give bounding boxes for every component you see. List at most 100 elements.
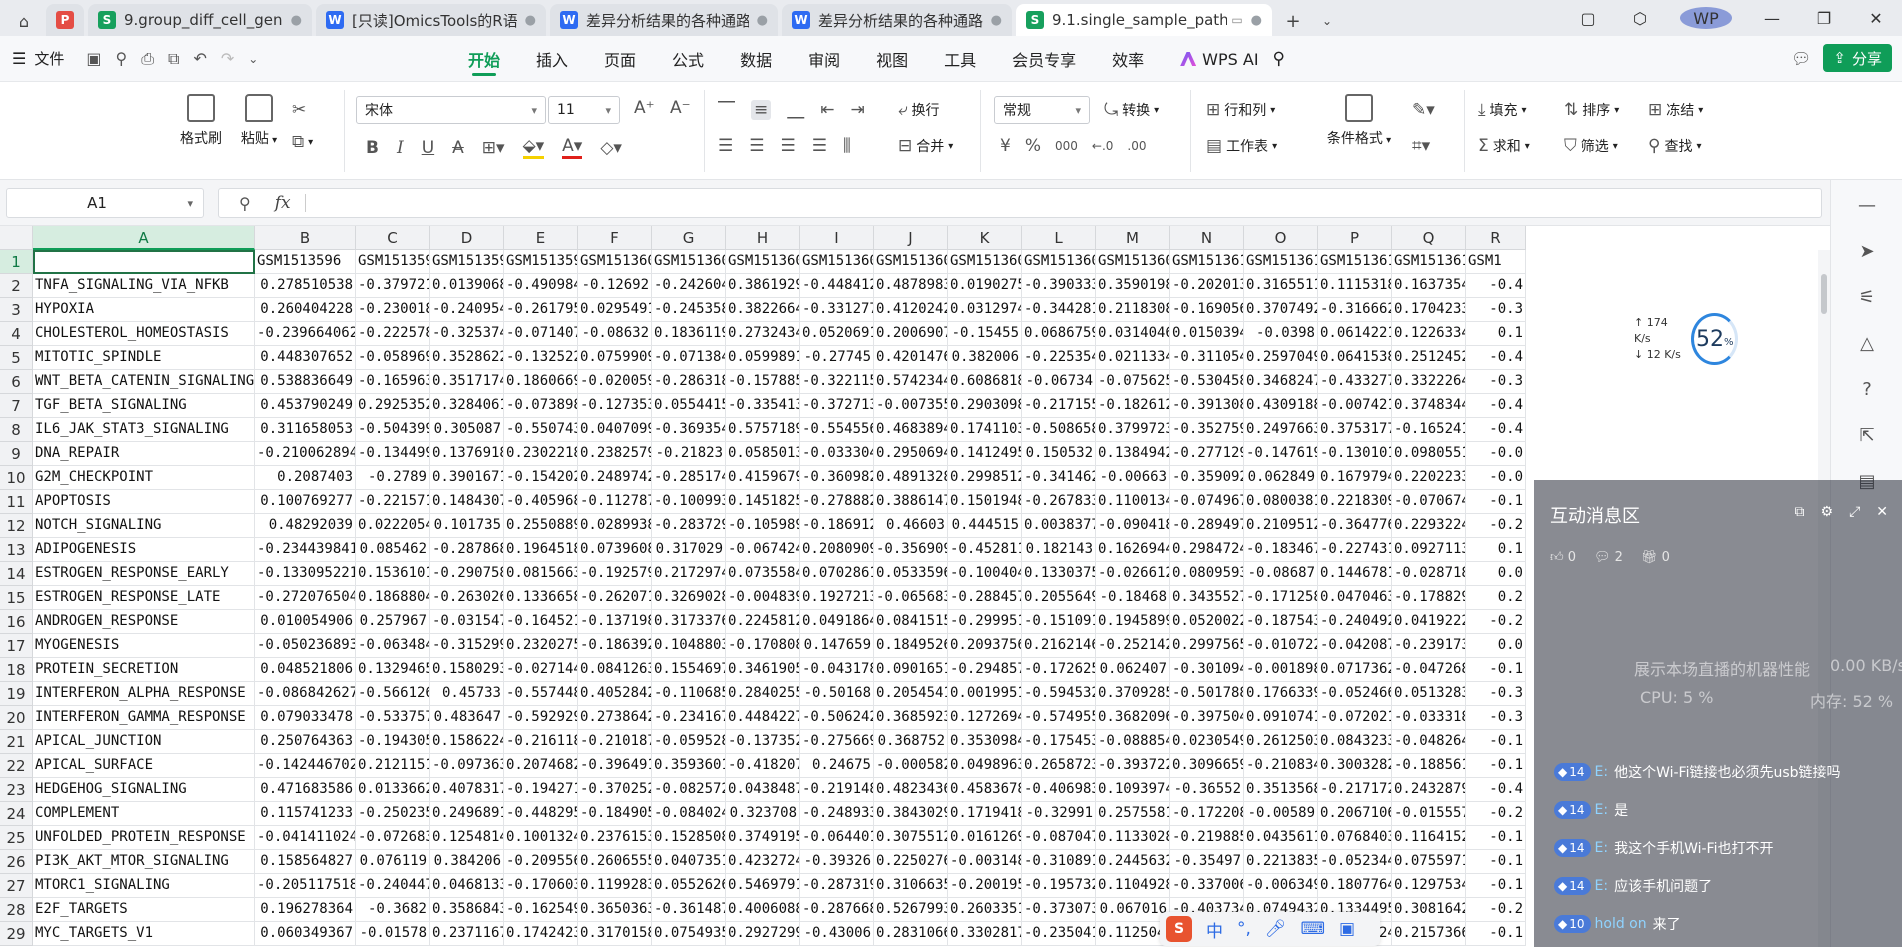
score-cell[interactable]: 0.1742423 [504, 922, 578, 946]
sample-id-cell[interactable]: GSM1513610 [1170, 250, 1244, 274]
sample-id-cell[interactable]: GSM1513603 [800, 250, 874, 274]
score-cell[interactable]: -0.151091 [1022, 610, 1096, 634]
score-cell[interactable]: 0.384206 [430, 850, 504, 874]
sample-id-cell[interactable]: GSM1513609 [1096, 250, 1170, 274]
minimize-panel-icon[interactable]: — [1855, 194, 1879, 218]
chat-user[interactable]: hold on [1595, 916, 1647, 932]
score-cell[interactable]: 0.1964518 [504, 538, 578, 562]
sample-id-cell[interactable]: GSM1513599 [504, 250, 578, 274]
row-header[interactable]: 8 [0, 418, 33, 442]
sample-id-cell[interactable]: GSM1513604 [874, 250, 948, 274]
score-cell[interactable]: 0.305087 [430, 418, 504, 442]
score-cell[interactable]: 0.4078317 [430, 778, 504, 802]
column-header[interactable]: A [33, 226, 255, 250]
score-cell[interactable]: 0.3513568 [1244, 778, 1318, 802]
select-all-corner[interactable] [0, 226, 33, 250]
score-cell[interactable]: -0.007355 [874, 394, 948, 418]
score-cell[interactable]: 0.062407 [1096, 658, 1170, 682]
score-cell[interactable]: 0.1 [1466, 538, 1526, 562]
score-cell[interactable]: 0.2245812 [726, 610, 800, 634]
score-cell[interactable]: 0.1048803 [652, 634, 726, 658]
score-cell[interactable]: 0.2612503 [1244, 730, 1318, 754]
score-cell[interactable]: 0.0910741 [1244, 706, 1318, 730]
score-cell[interactable]: 0.2157366 [1392, 922, 1466, 946]
row-header[interactable]: 29 [0, 922, 33, 946]
pathway-name-cell[interactable]: TNFA_SIGNALING_VIA_NFKB [33, 274, 255, 298]
score-cell[interactable]: 0.0161269 [948, 826, 1022, 850]
cell-style-button[interactable]: ✎▾ [1412, 100, 1435, 120]
decrease-indent-icon[interactable]: ⇤ [820, 100, 834, 120]
score-cell[interactable]: 0.0038377 [1022, 514, 1096, 538]
score-cell[interactable]: -0.3 [1466, 298, 1526, 322]
row-header[interactable]: 11 [0, 490, 33, 514]
worksheet-button[interactable]: ▤ 工作表 ▾ [1206, 136, 1277, 156]
score-cell[interactable]: 0.2080909 [800, 538, 874, 562]
score-cell[interactable]: 0.0841263 [578, 658, 652, 682]
score-cell[interactable]: -0.048264 [1392, 730, 1466, 754]
score-cell[interactable]: 0.1125041 [1096, 922, 1170, 946]
sample-id-cell[interactable]: GSM1513601 [652, 250, 726, 274]
sliders-icon[interactable]: ⚟ [1855, 286, 1879, 310]
score-cell[interactable]: -0.397504 [1170, 706, 1244, 730]
score-cell[interactable]: 0.1580293 [430, 658, 504, 682]
score-cell[interactable]: -0.164521 [504, 610, 578, 634]
score-cell[interactable]: 0.1849526 [874, 634, 948, 658]
sample-id-cell[interactable]: GSM1513608 [1022, 250, 1096, 274]
tab-home[interactable]: 开始 [468, 36, 500, 82]
score-cell[interactable]: -0.3 [1466, 706, 1526, 730]
paste-button[interactable]: 粘贴 ▾ [236, 94, 282, 148]
score-cell[interactable]: 0.0686759 [1022, 322, 1096, 346]
score-cell[interactable]: 0.2658723 [1022, 754, 1096, 778]
score-cell[interactable]: 0.0841515 [874, 610, 948, 634]
score-cell[interactable]: -0.015557 [1392, 802, 1466, 826]
score-cell[interactable]: 0.2496891 [430, 802, 504, 826]
increase-font-button[interactable]: A⁺ [634, 98, 655, 118]
score-cell[interactable]: -0.071407 [504, 322, 578, 346]
score-cell[interactable]: 0.2489742 [578, 466, 652, 490]
score-cell[interactable]: -0.225354 [1022, 346, 1096, 370]
column-header[interactable]: N [1170, 226, 1244, 250]
score-cell[interactable]: -0.369354 [652, 418, 726, 442]
row-header[interactable]: 13 [0, 538, 33, 562]
score-cell[interactable]: 0.2213835 [1244, 850, 1318, 874]
score-cell[interactable]: -0.39326 [800, 850, 874, 874]
score-cell[interactable]: 0.1376918 [430, 442, 504, 466]
pathway-name-cell[interactable]: CHOLESTEROL_HOMEOSTASIS [33, 322, 255, 346]
score-cell[interactable]: 0.368752 [874, 730, 948, 754]
score-cell[interactable]: -0.097363 [430, 754, 504, 778]
score-cell[interactable]: -0.033304 [800, 442, 874, 466]
score-cell[interactable]: 0.0468133 [430, 874, 504, 898]
score-cell[interactable]: -0.2 [1466, 898, 1526, 922]
score-cell[interactable]: 0.4878983 [874, 274, 948, 298]
score-cell[interactable]: 0.483647 [430, 706, 504, 730]
score-cell[interactable]: -0.4 [1466, 418, 1526, 442]
scrollbar-thumb[interactable] [1821, 274, 1827, 314]
score-cell[interactable]: -0.073898 [504, 394, 578, 418]
settings-icon[interactable]: ⚙ [1821, 504, 1834, 520]
score-cell[interactable]: -0.178829 [1392, 586, 1466, 610]
score-cell[interactable]: 0.2087403 [255, 466, 356, 490]
score-cell[interactable]: -0.245358 [652, 298, 726, 322]
underline-button[interactable]: U [422, 138, 434, 158]
score-cell[interactable]: -0.504399 [356, 418, 430, 442]
score-cell[interactable]: 0.2371167 [430, 922, 504, 946]
score-cell[interactable]: 0.2067106 [1318, 802, 1392, 826]
score-cell[interactable]: 0.2903098 [948, 394, 1022, 418]
score-cell[interactable]: -0.090418 [1096, 514, 1170, 538]
tab-single-sample-pathway[interactable]: S 9.1.single_sample_pathw ▭ ● [1016, 4, 1272, 36]
score-cell[interactable]: 0.1100134 [1096, 490, 1170, 514]
score-cell[interactable]: -0.592929 [504, 706, 578, 730]
column-header[interactable]: J [874, 226, 948, 250]
score-cell[interactable]: 0.2732434 [726, 322, 800, 346]
score-cell[interactable]: -0.594532 [1022, 682, 1096, 706]
score-cell[interactable]: -0.501788 [1170, 682, 1244, 706]
score-cell[interactable]: 0.382006 [948, 346, 1022, 370]
score-cell[interactable]: 0.2118308 [1096, 298, 1170, 322]
find-button[interactable]: ⚲ 查找 ▾ [1648, 136, 1701, 156]
score-cell[interactable]: 0.2575581 [1096, 802, 1170, 826]
score-cell[interactable]: 0.4052842 [578, 682, 652, 706]
score-cell[interactable]: -0.287668 [800, 898, 874, 922]
column-header[interactable]: E [504, 226, 578, 250]
score-cell[interactable]: -0.557448 [504, 682, 578, 706]
score-cell[interactable]: -0.1 [1466, 850, 1526, 874]
